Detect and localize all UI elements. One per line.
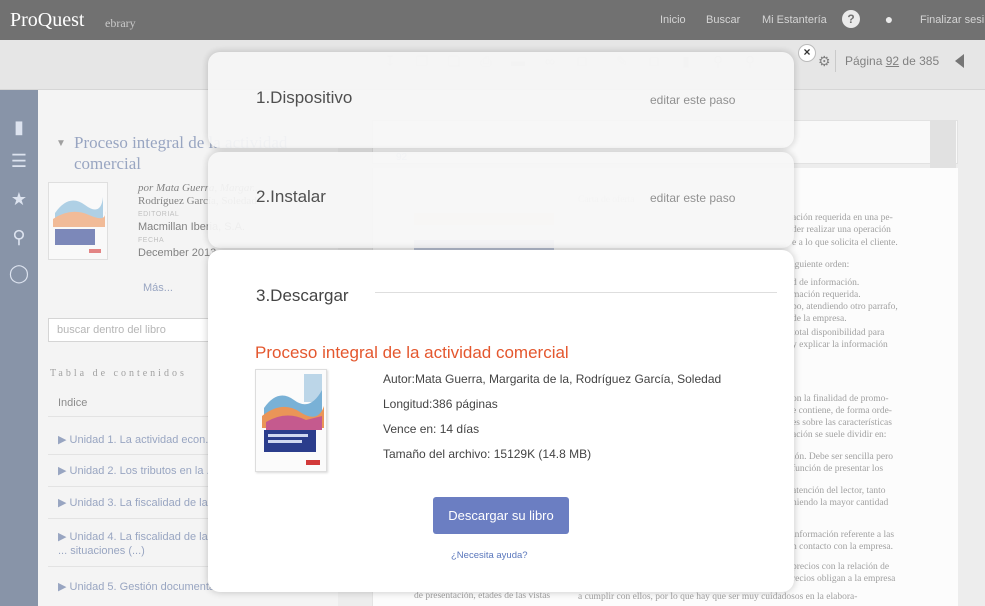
book-expires: Vence en: 14 días bbox=[383, 422, 480, 436]
book-file-size: Tamaño del archivo: 15129K (14.8 MB) bbox=[383, 447, 592, 461]
book-author: Autor:Mata Guerra, Margarita de la, Rodr… bbox=[383, 372, 722, 386]
step-2-title: 2.Instalar bbox=[256, 187, 326, 206]
book-length: Longitud:386 páginas bbox=[383, 397, 498, 411]
step-3-divider bbox=[375, 292, 777, 293]
step-1-title: 1.Dispositivo bbox=[256, 88, 353, 107]
download-book-title: Proceso integral de la actividad comerci… bbox=[255, 343, 569, 362]
step-3-title: 3.Descargar bbox=[256, 286, 349, 305]
step-dispositivo[interactable]: 1.Dispositivo editar este paso bbox=[208, 52, 794, 148]
step-instalar[interactable]: 2.Instalar editar este paso bbox=[208, 152, 794, 248]
download-book-cover bbox=[255, 369, 327, 472]
need-help-link[interactable]: ¿Necesita ayuda? bbox=[451, 550, 528, 561]
download-book-button[interactable]: Descargar su libro bbox=[433, 497, 569, 534]
step-2-edit-link[interactable]: editar este paso bbox=[650, 191, 735, 205]
close-modal-button[interactable]: × bbox=[798, 44, 816, 62]
step-descargar: 3.Descargar Proceso integral de la activ… bbox=[208, 250, 794, 592]
step-1-edit-link[interactable]: editar este paso bbox=[650, 93, 735, 107]
